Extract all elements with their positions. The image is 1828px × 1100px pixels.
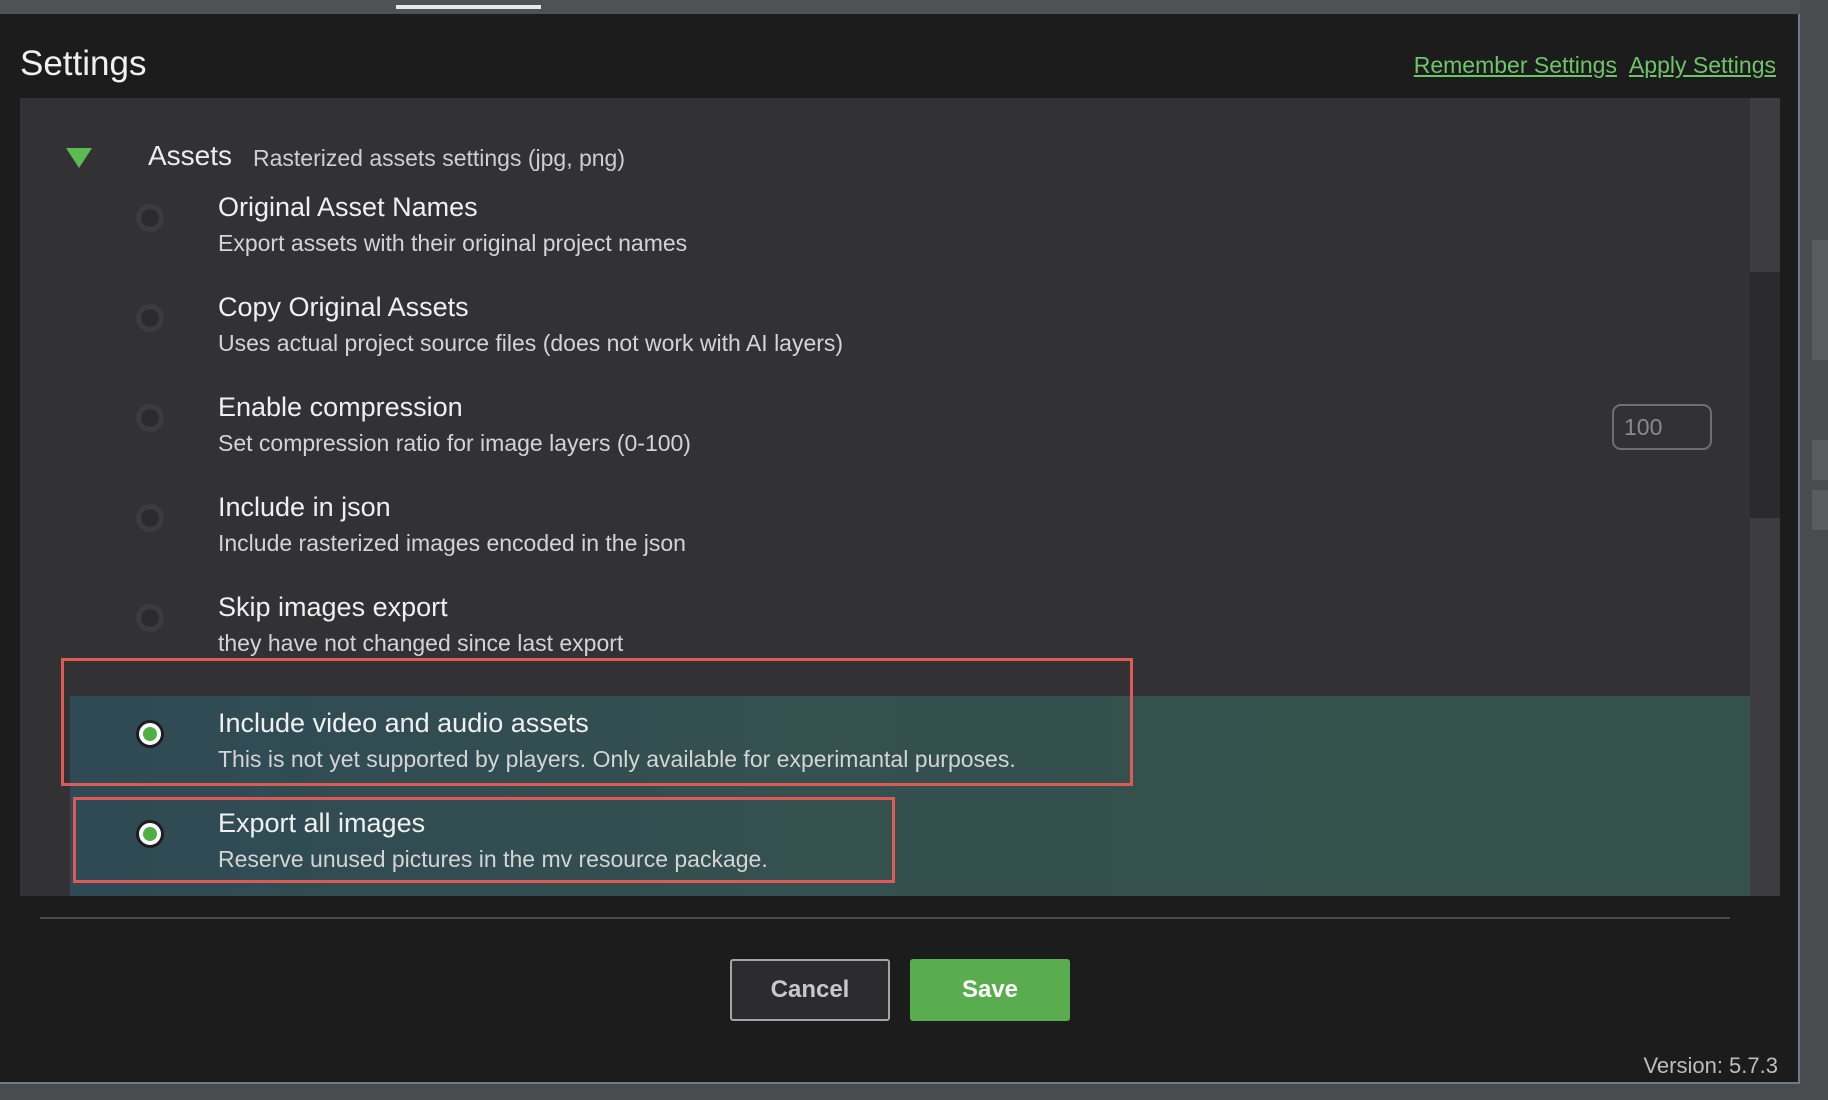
active-tab-indicator bbox=[396, 5, 541, 9]
radio-button[interactable] bbox=[136, 504, 164, 532]
option-description: Uses actual project source files (does n… bbox=[218, 330, 844, 356]
option-description: Include rasterized images encoded in the… bbox=[218, 530, 686, 556]
background-edge-mark bbox=[1812, 490, 1828, 530]
option-description: Export assets with their original projec… bbox=[218, 230, 688, 256]
option-enable-compression[interactable]: Enable compression Set compression ratio… bbox=[70, 380, 1750, 480]
option-description: This is not yet supported by players. On… bbox=[218, 746, 1016, 772]
background-edge-mark bbox=[1812, 440, 1828, 480]
radio-dot bbox=[143, 727, 157, 741]
header-links: Remember Settings Apply Settings bbox=[1414, 52, 1776, 79]
radio-button[interactable] bbox=[136, 304, 164, 332]
section-subtitle: Rasterized assets settings (jpg, png) bbox=[253, 145, 626, 171]
option-label: Original Asset Names bbox=[218, 192, 478, 222]
option-skip-images-export[interactable]: Skip images export they have not changed… bbox=[70, 580, 1750, 680]
triangle-down-icon[interactable] bbox=[66, 148, 92, 168]
save-button[interactable]: Save bbox=[910, 959, 1070, 1021]
option-description: Reserve unused pictures in the mv resour… bbox=[218, 846, 768, 872]
settings-scroll-panel: Assets Rasterized assets settings (jpg, … bbox=[20, 98, 1780, 896]
radio-button[interactable] bbox=[136, 720, 164, 748]
scrollbar-thumb[interactable] bbox=[1750, 272, 1780, 518]
radio-button[interactable] bbox=[136, 604, 164, 632]
background-bottom bbox=[0, 1086, 1828, 1100]
option-label: Include video and audio assets bbox=[218, 708, 589, 738]
settings-panel-content: Assets Rasterized assets settings (jpg, … bbox=[20, 98, 1750, 896]
option-label: Skip images export bbox=[218, 592, 448, 622]
top-tab-strip bbox=[0, 0, 1800, 14]
option-export-all-images[interactable]: Export all images Reserve unused picture… bbox=[70, 796, 1750, 896]
version-label: Version: 5.7.3 bbox=[1643, 1053, 1778, 1078]
radio-button[interactable] bbox=[136, 204, 164, 232]
background-edge-mark bbox=[1812, 240, 1828, 360]
option-label: Include in json bbox=[218, 492, 391, 522]
settings-dialog: Settings Remember Settings Apply Setting… bbox=[0, 0, 1800, 1084]
remember-settings-link[interactable]: Remember Settings bbox=[1414, 52, 1617, 79]
radio-dot bbox=[143, 827, 157, 841]
cancel-button[interactable]: Cancel bbox=[730, 959, 890, 1021]
option-label: Export all images bbox=[218, 808, 426, 838]
section-title: Assets bbox=[148, 140, 233, 171]
option-label: Copy Original Assets bbox=[218, 292, 469, 322]
footer-divider bbox=[40, 917, 1730, 919]
apply-settings-link[interactable]: Apply Settings bbox=[1629, 52, 1776, 79]
background-right bbox=[1802, 0, 1828, 1100]
assets-section-header[interactable]: Assets Rasterized assets settings (jpg, … bbox=[20, 136, 1720, 176]
option-original-asset-names[interactable]: Original Asset Names Export assets with … bbox=[70, 180, 1750, 280]
option-description: Set compression ratio for image layers (… bbox=[218, 430, 691, 456]
radio-button[interactable] bbox=[136, 820, 164, 848]
option-label: Enable compression bbox=[218, 392, 463, 422]
page-title: Settings bbox=[20, 44, 147, 83]
radio-button[interactable] bbox=[136, 404, 164, 432]
scrollbar[interactable] bbox=[1750, 98, 1780, 896]
option-include-in-json[interactable]: Include in json Include rasterized image… bbox=[70, 480, 1750, 580]
compression-ratio-input[interactable] bbox=[1612, 404, 1712, 450]
option-copy-original-assets[interactable]: Copy Original Assets Uses actual project… bbox=[70, 280, 1750, 380]
option-description: they have not changed since last export bbox=[218, 630, 624, 656]
option-include-video-audio[interactable]: Include video and audio assets This is n… bbox=[70, 696, 1750, 796]
